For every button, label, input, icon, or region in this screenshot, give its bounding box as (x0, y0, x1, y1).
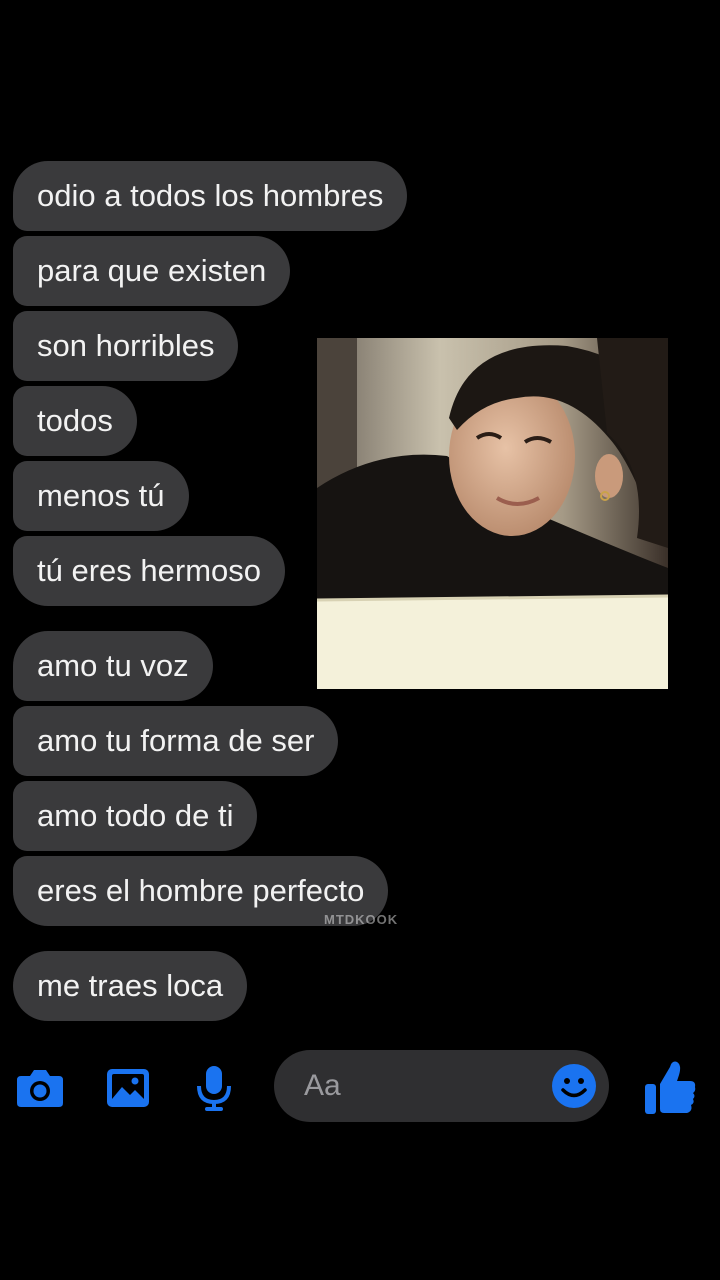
message-bubble[interactable]: son horribles (13, 311, 239, 381)
message-bubble[interactable]: amo todo de ti (13, 781, 258, 851)
photo-overlay (317, 338, 668, 689)
message-text: todos (37, 403, 113, 438)
message-composer (0, 1045, 720, 1129)
emoji-icon[interactable] (551, 1063, 597, 1109)
message-bubble[interactable]: odio a todos los hombres (13, 161, 408, 231)
camera-icon (17, 1070, 63, 1107)
watermark: MTDKOOK (324, 912, 399, 927)
message-text: odio a todos los hombres (37, 178, 384, 213)
message-text: menos tú (37, 478, 165, 513)
gallery-button[interactable] (101, 1061, 155, 1115)
gallery-icon (107, 1069, 149, 1107)
message-text: eres el hombre perfecto (37, 873, 365, 908)
message-text: amo todo de ti (37, 798, 234, 833)
microphone-icon (197, 1066, 231, 1111)
message-bubble[interactable]: todos (13, 386, 137, 456)
microphone-button[interactable] (187, 1061, 241, 1115)
message-text: tú eres hermoso (37, 553, 261, 588)
camera-button[interactable] (13, 1061, 67, 1115)
message-input-wrapper (274, 1050, 609, 1122)
message-text: amo tu voz (37, 648, 189, 683)
thumbs-up-icon[interactable] (642, 1057, 698, 1117)
message-bubble[interactable]: amo tu forma de ser (13, 706, 339, 776)
message-bubble[interactable]: menos tú (13, 461, 189, 531)
message-input[interactable] (304, 1064, 544, 1108)
message-text: para que existen (37, 253, 267, 288)
message-bubble[interactable]: tú eres hermoso (13, 536, 285, 606)
message-text: me traes loca (37, 968, 224, 1003)
portrait-image (317, 338, 668, 689)
message-text: son horribles (37, 328, 215, 363)
message-bubble[interactable]: me traes loca (13, 951, 248, 1021)
message-text: amo tu forma de ser (37, 723, 315, 758)
message-bubble[interactable]: para que existen (13, 236, 291, 306)
message-bubble[interactable]: amo tu voz (13, 631, 213, 701)
